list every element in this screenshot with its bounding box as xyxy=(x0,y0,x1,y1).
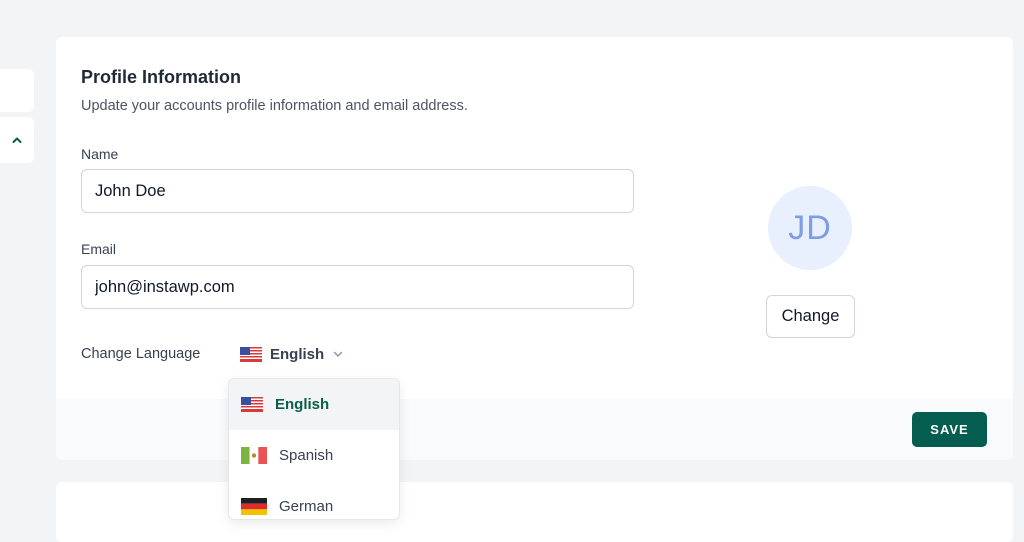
change-avatar-button[interactable]: Change xyxy=(766,295,855,338)
germany-flag-icon xyxy=(241,498,267,515)
card-footer xyxy=(56,399,1013,460)
language-label: Change Language xyxy=(81,346,201,362)
language-option-english[interactable]: English xyxy=(229,379,399,430)
language-select[interactable]: English xyxy=(240,342,344,366)
avatar: JD xyxy=(768,186,852,270)
language-option-german[interactable]: German xyxy=(229,481,399,519)
profile-information-card: Profile Information Update your accounts… xyxy=(56,37,1013,460)
mexico-flag-icon xyxy=(241,447,267,464)
chevron-down-icon xyxy=(333,351,343,357)
save-button[interactable]: SAVE xyxy=(912,412,987,447)
email-input[interactable] xyxy=(81,265,634,309)
language-option-label: German xyxy=(279,498,334,515)
chevron-up-icon xyxy=(12,137,22,143)
language-option-label: Spanish xyxy=(279,447,334,464)
language-option-spanish[interactable]: Spanish xyxy=(229,430,399,481)
section-subtitle: Update your accounts profile information… xyxy=(81,98,468,114)
language-option-label: English xyxy=(275,396,330,413)
name-label: Name xyxy=(81,146,119,162)
us-flag-icon xyxy=(240,346,262,362)
language-dropdown-menu: English Spanish German xyxy=(228,378,400,520)
sidebar-collapse-toggle[interactable] xyxy=(0,117,34,163)
next-section-card xyxy=(56,482,1013,542)
section-title: Profile Information xyxy=(81,67,242,87)
name-input[interactable] xyxy=(81,169,634,213)
us-flag-icon xyxy=(241,397,263,412)
sidebar-item[interactable] xyxy=(0,69,34,112)
email-label: Email xyxy=(81,241,117,257)
selected-language: English xyxy=(270,345,325,363)
